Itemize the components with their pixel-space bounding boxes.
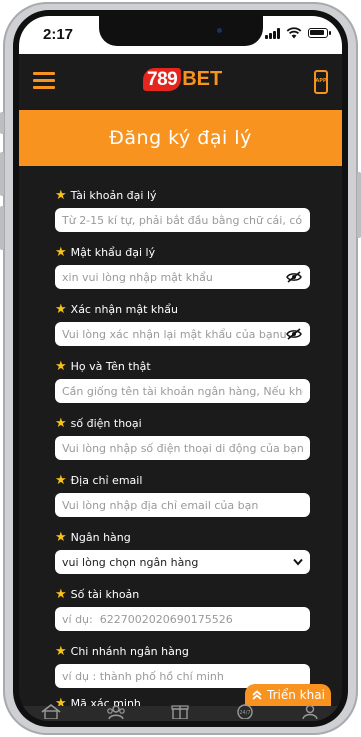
users-icon[interactable] [105, 703, 127, 719]
field-label: ★ Họ và Tên thật [55, 357, 310, 375]
field-phone: ★ số điện thoại [55, 414, 310, 460]
status-time: 2:17 [43, 26, 74, 43]
logo-number: 789 [143, 68, 182, 91]
battery-icon [308, 28, 331, 38]
gift-icon[interactable] [169, 703, 191, 719]
wifi-icon [286, 27, 302, 39]
agent-account-input[interactable] [62, 213, 303, 227]
phone-frame: 2:17 789 BET APP Đăng ký đại lý ★ Tài kh… [0, 2, 361, 735]
app-download-icon[interactable]: APP [314, 70, 328, 94]
profile-icon[interactable] [299, 703, 321, 719]
field-label: ★ số điện thoại [55, 414, 310, 432]
label-text: Tài khoản đại lý [70, 188, 157, 202]
field-email: ★ Địa chỉ email [55, 471, 310, 517]
app-icon-label: APP [315, 78, 327, 84]
star-icon: ★ [55, 643, 67, 659]
double-chevron-up-icon [252, 690, 262, 700]
label-text: Xác nhận mật khẩu [70, 302, 178, 316]
bottom-nav: 24/7 [19, 703, 342, 721]
app-header: 789 BET APP [19, 54, 342, 110]
camera-icon [215, 26, 224, 35]
field-label: ★ Số tài khoản [55, 585, 310, 603]
phone-input[interactable] [62, 441, 303, 455]
star-icon: ★ [55, 301, 67, 317]
field-bank-branch: ★ Chi nhánh ngân hàng [55, 642, 310, 688]
status-icons [265, 27, 331, 39]
status-bar: 2:17 [19, 16, 342, 54]
star-icon: ★ [55, 586, 67, 602]
input-box [55, 607, 310, 631]
label-text: Họ và Tên thật [70, 359, 151, 373]
field-label: ★ Ngân hàng [55, 528, 310, 546]
full-name-input[interactable] [62, 384, 303, 398]
field-label: ★ Tài khoản đại lý [55, 186, 310, 204]
home-icon[interactable] [40, 703, 62, 719]
eye-slash-icon[interactable] [286, 271, 302, 283]
bank-select[interactable]: vui lòng chọn ngân hàng [55, 550, 310, 574]
volume-up-button [0, 152, 4, 196]
field-agent-password: ★ Mật khẩu đại lý [55, 243, 310, 289]
field-bank: ★ Ngân hàng vui lòng chọn ngân hàng [55, 528, 310, 574]
support-247-icon[interactable]: 24/7 [234, 703, 256, 719]
account-number-input[interactable] [62, 612, 303, 626]
menu-icon[interactable] [33, 72, 55, 90]
logo[interactable]: 789 BET [143, 68, 222, 91]
logo-text: BET [182, 68, 223, 90]
title-banner: Đăng ký đại lý [19, 110, 342, 166]
chevron-down-icon [293, 558, 303, 566]
star-icon: ★ [55, 358, 67, 374]
page-title: Đăng ký đại lý [109, 127, 252, 149]
field-label: ★ Chi nhánh ngân hàng [55, 642, 310, 660]
input-box [55, 265, 310, 289]
label-text: Mật khẩu đại lý [70, 245, 156, 259]
phone-screen: 2:17 789 BET APP Đăng ký đại lý ★ Tài kh… [19, 16, 342, 721]
power-button [357, 172, 361, 238]
field-confirm-password: ★ Xác nhận mật khẩu [55, 300, 310, 346]
deploy-label: Triển khai [267, 688, 325, 702]
field-full-name: ★ Họ và Tên thật [55, 357, 310, 403]
eye-slash-icon[interactable] [286, 328, 302, 340]
bank-branch-input[interactable] [62, 669, 303, 683]
label-text: Địa chỉ email [70, 473, 143, 487]
confirm-password-input[interactable] [62, 327, 303, 341]
input-box [55, 436, 310, 460]
field-label: ★ Địa chỉ email [55, 471, 310, 489]
mute-switch [0, 112, 4, 134]
label-text: Ngân hàng [70, 530, 131, 544]
star-icon: ★ [55, 187, 67, 203]
input-box [55, 379, 310, 403]
support-247-text: 24/7 [239, 710, 250, 716]
notch [99, 16, 263, 46]
field-label: ★ Xác nhận mật khẩu [55, 300, 310, 318]
email-input[interactable] [62, 498, 303, 512]
agent-password-input[interactable] [62, 270, 303, 284]
star-icon: ★ [55, 415, 67, 431]
bank-select-value: vui lòng chọn ngân hàng [62, 555, 199, 569]
input-box [55, 208, 310, 232]
volume-down-button [0, 206, 4, 250]
star-icon: ★ [55, 472, 67, 488]
star-icon: ★ [55, 244, 67, 260]
field-account-number: ★ Số tài khoản [55, 585, 310, 631]
label-text: Số tài khoản [70, 587, 140, 601]
phone-bezel: 2:17 789 BET APP Đăng ký đại lý ★ Tài kh… [13, 10, 348, 727]
star-icon: ★ [55, 529, 67, 545]
label-text: Chi nhánh ngân hàng [70, 644, 189, 658]
input-box [55, 322, 310, 346]
input-box [55, 493, 310, 517]
field-label: ★ Mật khẩu đại lý [55, 243, 310, 261]
cellular-signal-icon [265, 27, 280, 39]
label-text: số điện thoại [70, 416, 142, 430]
field-agent-account: ★ Tài khoản đại lý [55, 186, 310, 232]
